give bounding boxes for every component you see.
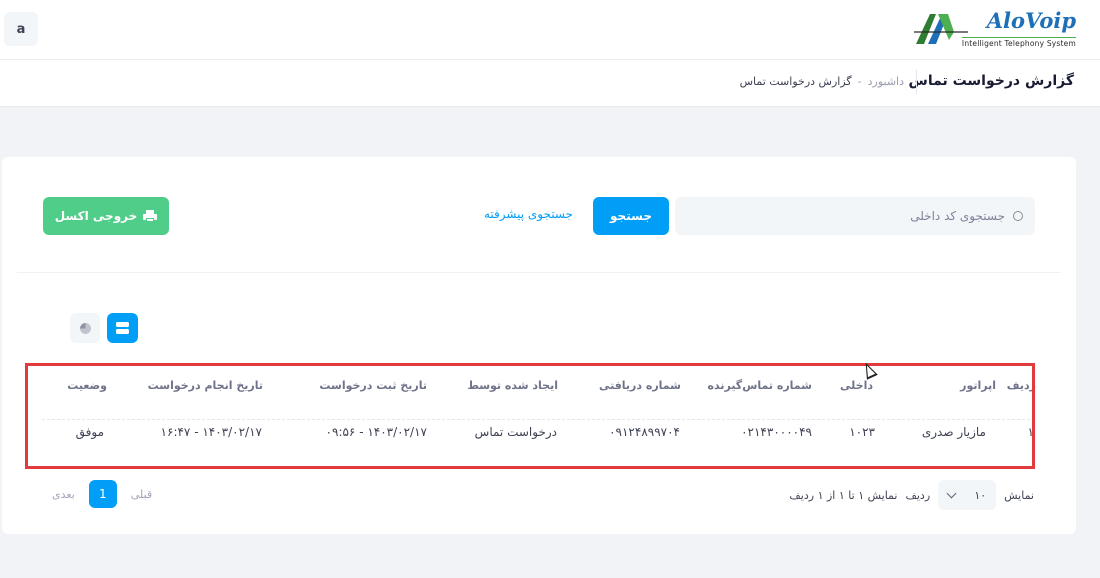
pagination-summary: نمایش ۱ تا ۱ از ۱ ردیف bbox=[789, 488, 898, 502]
logo[interactable]: AloVoip Intelligent Telephony System bbox=[914, 8, 1076, 50]
excel-export-label: خروجی اکسل bbox=[54, 209, 138, 223]
column-header[interactable]: ردیف bbox=[1007, 379, 1036, 392]
table-cell-status: موفق bbox=[75, 425, 104, 439]
table-cell-caller-number: ۰۲۱۴۳۰۰۰۰۴۹ bbox=[741, 425, 812, 439]
breadcrumb-separator: - bbox=[857, 75, 862, 88]
title-divider bbox=[916, 70, 917, 94]
report-card: جستجو جستجوی پیشرفته خروجی اکسل ردیف اپر… bbox=[2, 157, 1076, 534]
rows-label: ردیف bbox=[905, 488, 931, 502]
logo-mark-icon bbox=[914, 14, 968, 44]
search-button[interactable]: جستجو bbox=[593, 197, 669, 235]
toolbar-divider bbox=[17, 272, 1061, 273]
page-size-select[interactable]: ۱۰ bbox=[938, 480, 997, 510]
logo-title: AloVoip bbox=[986, 8, 1076, 33]
column-header[interactable]: ایجاد شده توسط bbox=[467, 379, 558, 392]
user-avatar[interactable]: a bbox=[4, 12, 38, 46]
page-size-controls: نمایش ۱۰ ردیف نمایش ۱ تا ۱ از ۱ ردیف bbox=[789, 480, 1034, 510]
chart-view-button[interactable] bbox=[70, 313, 100, 343]
breadcrumb-current: گزارش درخواست تماس bbox=[739, 75, 852, 88]
top-bar: a AloVoip Intelligent Telephony System bbox=[0, 0, 1100, 60]
column-header[interactable]: اپراتور bbox=[960, 379, 996, 392]
chevron-down-icon bbox=[946, 488, 957, 498]
table-cell-request-date: ۱۴۰۳/۰۲/۱۷ - ۰۹:۵۶ bbox=[325, 425, 427, 439]
page-header: گزارش درخواست تماس داشبورد - گزارش درخوا… bbox=[0, 60, 1100, 107]
table-cell-received-number: ۰۹۱۲۴۸۹۹۷۰۴ bbox=[609, 425, 680, 439]
printer-icon bbox=[143, 210, 158, 222]
column-header[interactable]: شماره دریافتی bbox=[599, 379, 681, 392]
table-cell-completion-date: ۱۴۰۳/۰۲/۱۷ - ۱۶:۴۷ bbox=[160, 425, 262, 439]
search-input[interactable] bbox=[685, 197, 1005, 235]
table-cell-operator: مازیار صدری bbox=[921, 425, 986, 439]
column-header[interactable]: شماره تماس‌گیرنده bbox=[708, 379, 813, 392]
excel-export-button[interactable]: خروجی اکسل bbox=[43, 197, 169, 235]
page-title: گزارش درخواست تماس bbox=[908, 73, 1075, 89]
breadcrumb-home[interactable]: داشبورد bbox=[868, 75, 904, 88]
search-box bbox=[675, 197, 1035, 235]
column-header[interactable]: وضعیت bbox=[67, 379, 107, 392]
breadcrumb: داشبورد - گزارش درخواست تماس bbox=[740, 75, 904, 88]
row-divider bbox=[42, 419, 1030, 420]
column-header[interactable]: داخلی bbox=[840, 379, 873, 392]
prev-page-button[interactable]: قبلی bbox=[131, 488, 152, 501]
search-icon bbox=[1013, 211, 1023, 221]
next-page-button[interactable]: بعدی bbox=[52, 488, 75, 501]
page-button-1[interactable]: 1 bbox=[88, 480, 117, 508]
logo-subtitle: Intelligent Telephony System bbox=[961, 37, 1076, 48]
pagination-controls: بعدی 1 قبلی bbox=[52, 480, 152, 508]
table-view-button[interactable] bbox=[107, 313, 138, 343]
show-label: نمایش bbox=[1004, 488, 1034, 502]
column-header[interactable]: تاریخ انجام درخواست bbox=[148, 379, 263, 392]
page-size-value: ۱۰ bbox=[974, 488, 987, 502]
advanced-search-link[interactable]: جستجوی پیشرفته bbox=[484, 207, 573, 221]
table-cell-row-number: ۱ bbox=[1027, 425, 1034, 439]
table-cell-created-by: درخواست تماس bbox=[474, 425, 557, 439]
table-cell-extension: ۱۰۲۳ bbox=[849, 425, 875, 439]
column-header[interactable]: تاریخ ثبت درخواست bbox=[319, 379, 427, 392]
pie-chart-icon bbox=[79, 322, 91, 334]
table-icon bbox=[116, 322, 129, 327]
